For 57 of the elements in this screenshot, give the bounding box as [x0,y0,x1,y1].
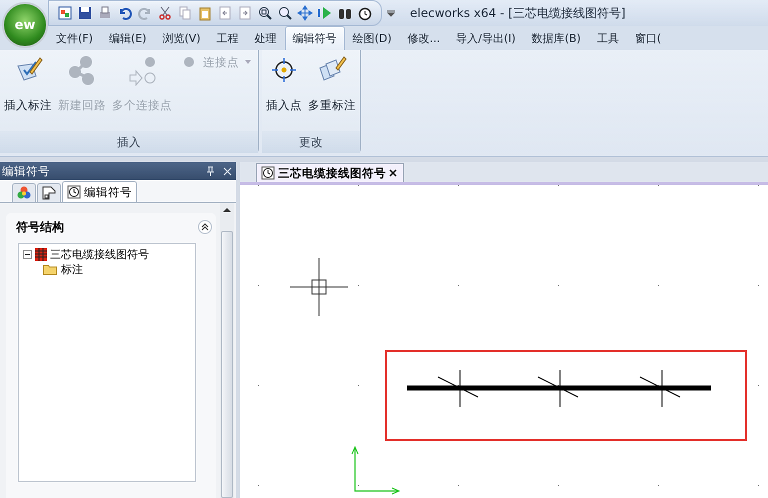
ribbon-button[interactable]: 插入标注 [3,52,53,115]
menu-tab[interactable]: 工程 [208,26,247,50]
window-icon[interactable] [57,5,73,21]
tree-item-label[interactable]: 标注 [61,262,83,277]
alarm-clock-icon[interactable] [357,5,373,21]
scissors-icon[interactable] [157,5,173,21]
clock-symbol-icon [261,166,275,180]
cable-symbol-drawing[interactable] [407,370,711,408]
zoom-window-icon[interactable] [257,5,273,21]
window-title: elecworks x64 - [三芯电缆接线图符号] [410,4,626,22]
customize-dropdown-icon[interactable] [386,8,396,18]
panel-tab[interactable]: 编辑符号 [62,181,137,202]
menu-tab[interactable]: 文件(F) [48,26,101,50]
menu-tab[interactable]: 导入/导出(I) [448,26,524,50]
save-icon[interactable] [77,5,93,21]
color-circles-icon [17,186,31,200]
menu-tab[interactable]: 窗口( [626,26,670,50]
zoom-icon[interactable] [277,5,293,21]
section-title: 符号结构 [16,218,64,236]
pan-icon[interactable] [297,5,313,21]
ribbon-button[interactable]: 插入点 [265,52,303,115]
panel-title: 编辑符号 [2,164,50,178]
drawing-canvas[interactable] [240,185,768,498]
clipboard-icon[interactable] [197,5,213,21]
play-icon[interactable] [317,5,333,21]
menu-tab[interactable]: 处理 [246,26,285,50]
menu-tab[interactable]: 编辑符号 [284,26,345,50]
sphere-icon [181,54,197,70]
collapse-button[interactable] [198,220,212,234]
menu-tab[interactable]: 工具 [588,26,627,50]
group-label: 更改 [262,131,360,153]
panel-tab[interactable] [37,183,61,202]
clock-symbol-icon [67,185,81,199]
double-chevron-up-icon [201,223,209,231]
document-tab[interactable]: 三芯电缆接线图符号 [256,163,404,182]
grid-table-icon [35,248,47,261]
menu-tab[interactable]: 绘图(D) [344,26,400,50]
scrollbar[interactable] [220,203,234,498]
crosshair-cursor-icon [290,258,348,316]
pin-icon[interactable] [206,166,215,176]
menu-tab[interactable]: 浏览(V) [154,26,209,50]
print-icon[interactable] [97,5,113,21]
scroll-up-arrow-icon[interactable] [223,207,231,213]
undo-icon[interactable] [117,5,133,21]
collapse-icon[interactable] [23,250,32,259]
menu-tab[interactable]: 修改... [400,26,448,50]
menu-tab[interactable]: 数据库(B) [524,26,589,50]
ribbon-button[interactable]: 多重标注 [307,52,357,115]
menu-tab[interactable]: 编辑(E) [100,26,154,50]
folder-icon [43,264,58,275]
group-label: 插入 [0,131,258,153]
page-icon [42,186,56,200]
page-left-icon[interactable] [217,5,233,21]
axis-indicator-icon [352,446,400,494]
close-icon[interactable] [389,169,397,177]
caret-icon [245,60,251,64]
tree-item-label[interactable]: 三芯电缆接线图符号 [50,247,149,262]
